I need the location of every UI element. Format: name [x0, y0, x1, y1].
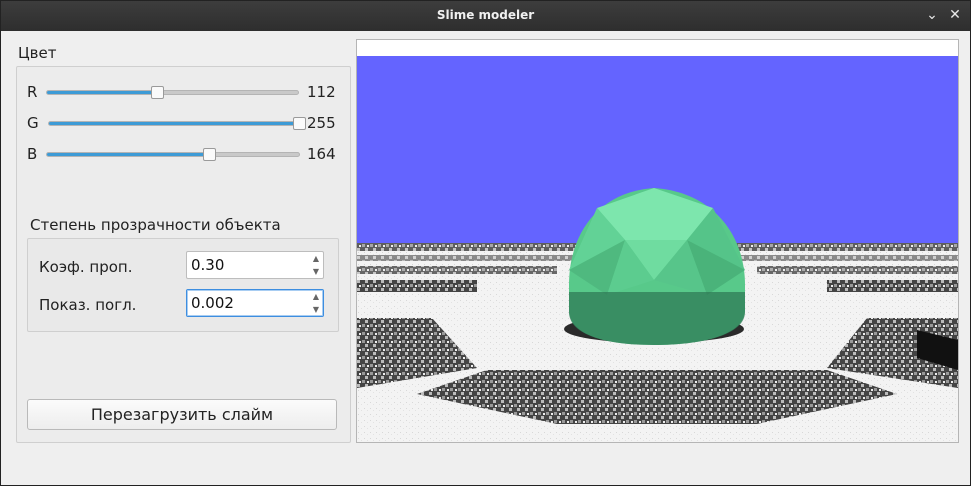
coef-label: Коэф. проп.: [39, 258, 133, 276]
triangle-down-icon[interactable]: ▼: [309, 303, 323, 316]
absorb-spinbox[interactable]: 0.002 ▲ ▼: [186, 289, 324, 317]
triangle-down-icon[interactable]: ▼: [309, 265, 323, 278]
slider-row-g: G 255: [27, 112, 342, 134]
coef-value: 0.30: [191, 256, 225, 274]
slider-label-g: G: [27, 114, 39, 132]
slider-row-b: B 164: [27, 143, 342, 165]
slider-value-b: 164: [307, 145, 336, 163]
reload-slime-button[interactable]: Перезагрузить слайм: [27, 399, 337, 430]
title-bar[interactable]: Slime modeler ⌄ ✕: [1, 1, 970, 31]
slider-value-g: 255: [307, 114, 336, 132]
absorb-value: 0.002: [191, 294, 234, 312]
absorb-label: Показ. погл.: [39, 296, 137, 314]
slider-fill-r: [47, 91, 158, 94]
coef-spinbox[interactable]: 0.30 ▲ ▼: [186, 251, 324, 279]
slider-handle-b[interactable]: [203, 148, 217, 161]
scene-render: [357, 40, 958, 442]
slider-label-b: B: [27, 145, 38, 163]
slider-label-r: R: [27, 83, 38, 101]
slider-row-r: R 112: [27, 81, 342, 103]
viewport-top-strip: [357, 40, 958, 56]
close-icon[interactable]: ✕: [946, 6, 964, 24]
slider-value-r: 112: [307, 83, 336, 101]
main-window: Slime modeler ⌄ ✕ Цвет R 112 G 255 B 164…: [0, 0, 971, 486]
slider-b[interactable]: [46, 148, 300, 161]
slider-fill-g: [49, 122, 299, 125]
minimize-icon[interactable]: ⌄: [923, 6, 941, 24]
absorb-spin-arrows: ▲ ▼: [309, 290, 323, 316]
color-section-label: Цвет: [18, 44, 57, 62]
slider-handle-r[interactable]: [151, 86, 165, 99]
slider-g[interactable]: [48, 117, 306, 130]
slider-r[interactable]: [46, 86, 299, 99]
triangle-up-icon[interactable]: ▲: [309, 252, 323, 265]
render-viewport[interactable]: [356, 39, 959, 443]
transparency-section-label: Степень прозрачности объекта: [30, 216, 281, 234]
coef-spin-arrows: ▲ ▼: [309, 252, 323, 278]
slider-handle-g[interactable]: [293, 117, 306, 130]
window-title: Slime modeler: [436, 8, 535, 22]
slider-fill-b: [47, 153, 210, 156]
triangle-up-icon[interactable]: ▲: [309, 290, 323, 303]
